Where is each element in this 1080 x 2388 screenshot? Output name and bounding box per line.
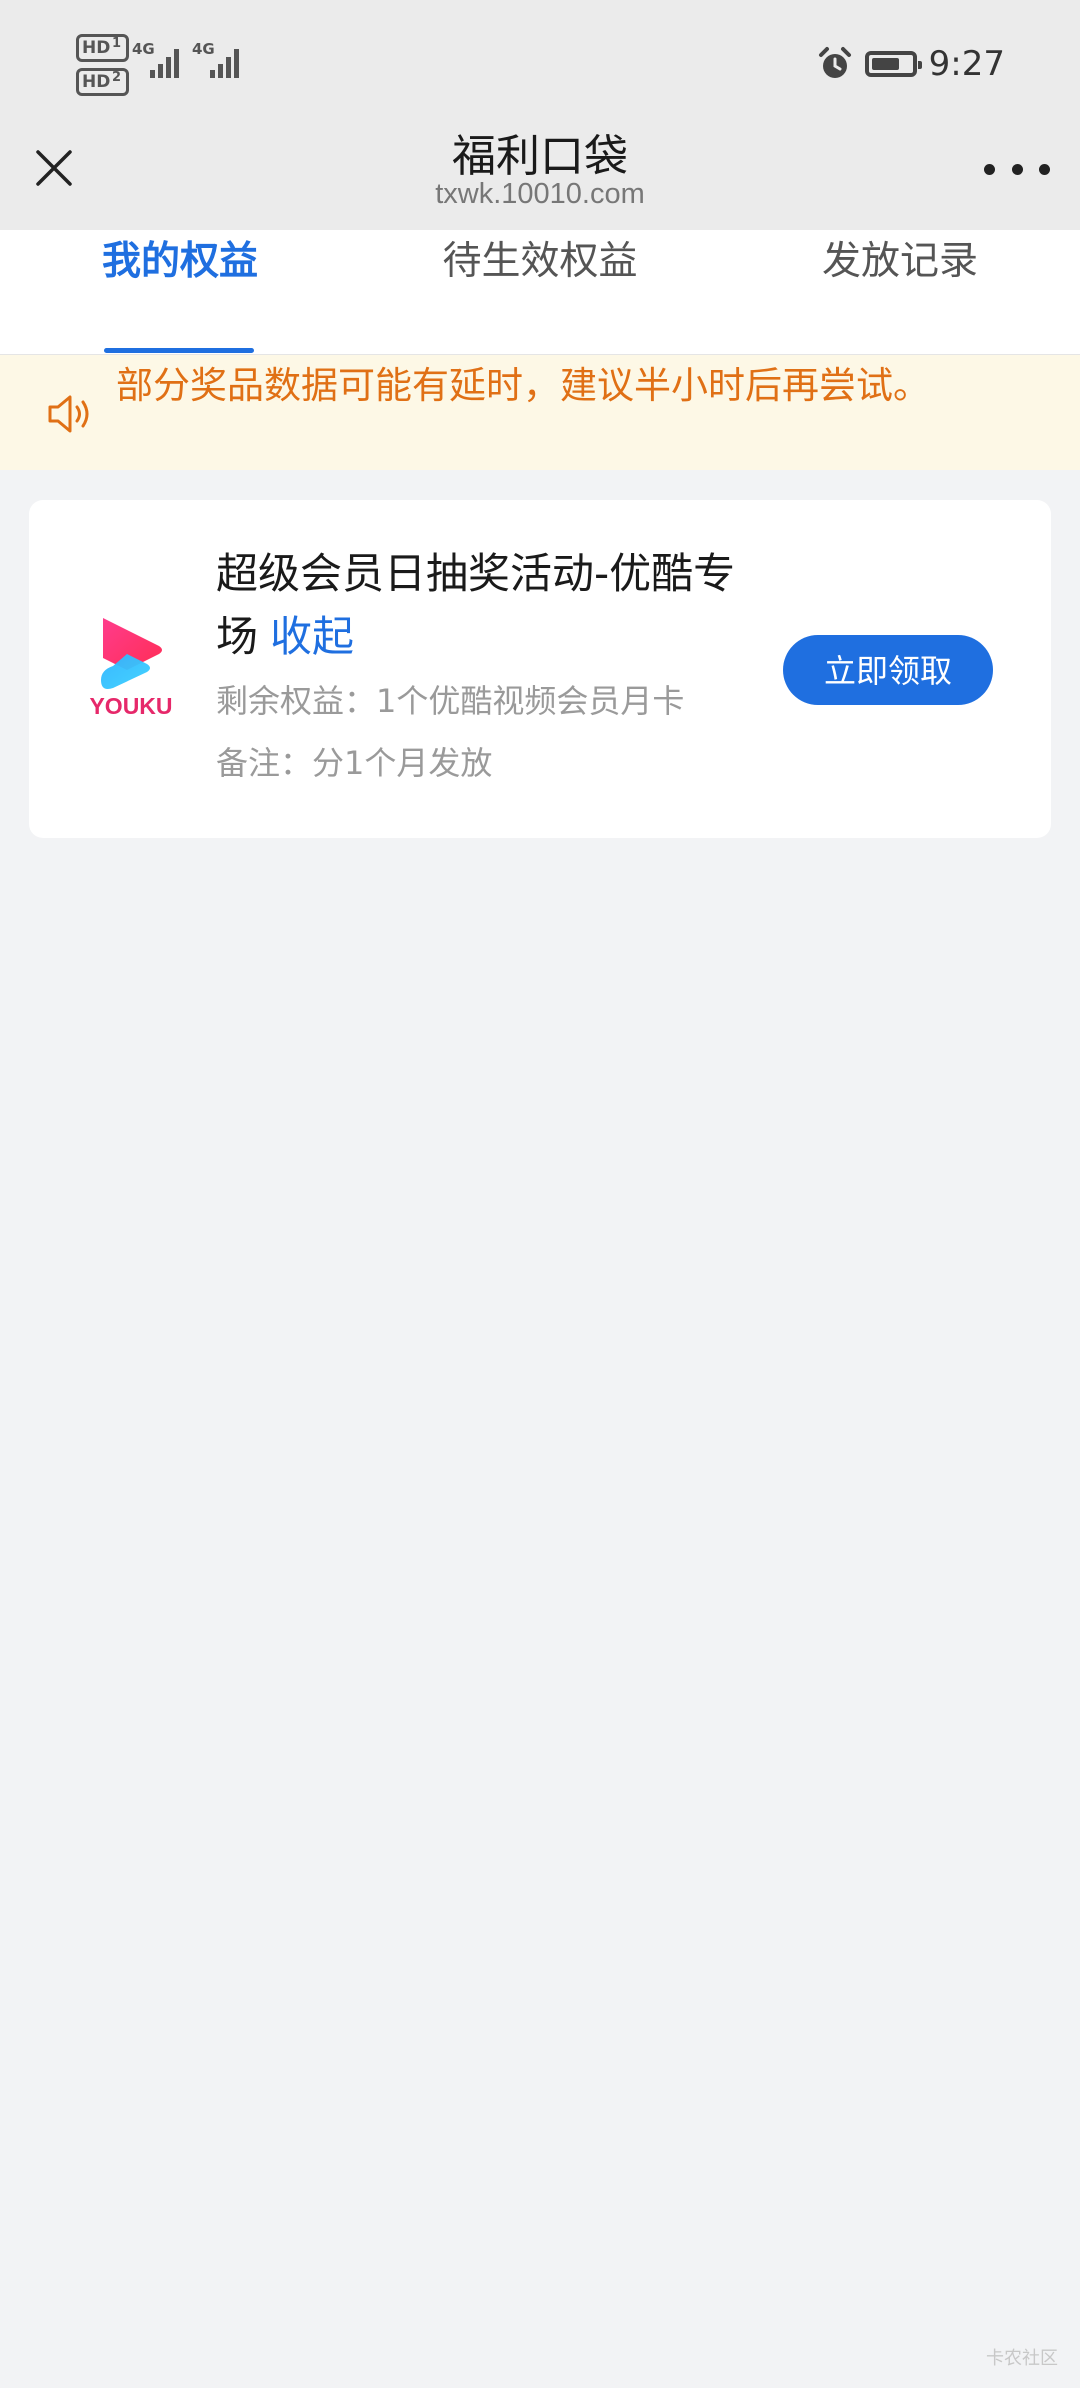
notice-text: 部分奖品数据可能有延时，建议半小时后再尝试。 — [116, 364, 930, 407]
clock-time: 9:27 — [928, 44, 1005, 84]
more-icon — [984, 163, 995, 175]
page-domain: txwk.10010.com — [435, 178, 645, 210]
sim1-index: 1 — [112, 36, 122, 51]
claim-button[interactable]: 立即领取 — [783, 635, 993, 705]
signal-icon — [150, 49, 179, 78]
youku-logo-text: YOUKU — [89, 693, 172, 719]
tab-bar: 我的权益 待生效权益 发放记录 — [0, 230, 1080, 355]
signal-area: HD 1 HD 2 4G 4G — [76, 34, 251, 96]
card-note: 备注：分1个月发放 — [216, 744, 493, 782]
status-bar: HD 1 HD 2 4G 4G 9:27 — [0, 0, 1080, 118]
collapse-link[interactable]: 收起 — [270, 612, 354, 661]
tab-issue-records[interactable]: 发放记录 — [720, 230, 1080, 354]
tab-pending-benefits[interactable]: 待生效权益 — [360, 230, 720, 354]
sim1-hd-badge: HD — [76, 34, 129, 62]
tab-my-benefits[interactable]: 我的权益 — [0, 230, 360, 354]
battery-level — [871, 58, 899, 70]
more-icon — [1039, 163, 1050, 175]
sim2-index: 2 — [112, 70, 122, 85]
youku-logo: YOUKU — [89, 618, 173, 719]
remaining-benefits: 剩余权益：1个优酷视频会员月卡 — [216, 682, 685, 720]
more-button[interactable] — [984, 144, 1050, 194]
watermark: 卡农社区 — [986, 2348, 1058, 2369]
active-tab-indicator — [104, 348, 254, 353]
sim2-hd-badge: HD — [76, 68, 129, 96]
page-title: 福利口袋 — [452, 131, 628, 182]
status-right: 9:27 — [817, 40, 1005, 88]
signal-icon — [210, 49, 239, 78]
notice-banner: 部分奖品数据可能有延时，建议半小时后再尝试。 — [0, 355, 1080, 470]
card-title: 超级会员日抽奖活动-优酷专场 收起 — [216, 542, 776, 668]
nav-bar: 福利口袋 txwk.10010.com — [0, 118, 1080, 230]
benefit-card: YOUKU 超级会员日抽奖活动-优酷专场 收起 剩余权益：1个优酷视频会员月卡 备… — [29, 500, 1051, 838]
alarm-icon — [818, 47, 851, 78]
more-icon — [1011, 163, 1023, 175]
battery-icon — [864, 51, 922, 77]
speaker-icon — [48, 395, 89, 433]
